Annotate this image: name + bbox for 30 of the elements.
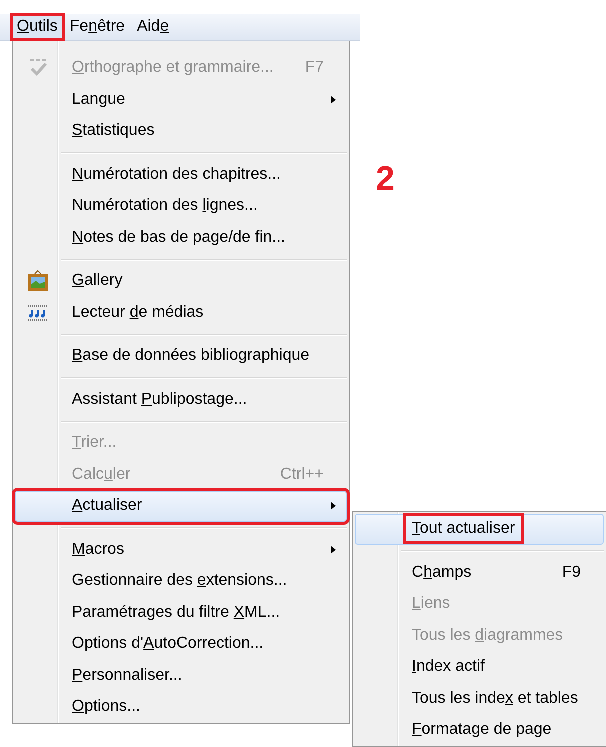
menu-item[interactable]: Gestionnaire des extensions...: [15, 566, 347, 597]
menu-item[interactable]: Statistiques: [15, 116, 347, 147]
menu-bar-item[interactable]: Outils: [12, 14, 63, 39]
menu-item[interactable]: Actualiser: [15, 490, 347, 522]
menu-bar-item[interactable]: Aide: [132, 14, 174, 39]
menu-item[interactable]: Assistant Publipostage...: [15, 384, 347, 416]
menu-item[interactable]: Options...: [15, 692, 347, 723]
menu-item[interactable]: Macros: [15, 534, 347, 566]
menu-item[interactable]: Numérotation des lignes...: [15, 190, 347, 222]
submenu-arrow-icon: [331, 546, 336, 554]
menu-item[interactable]: Base de données bibliographique: [15, 340, 347, 372]
menu-item[interactable]: Notes de bas de page/de fin...: [15, 222, 347, 254]
submenu-arrow-icon: [331, 96, 336, 104]
menu-item[interactable]: Lecteur de médias: [15, 297, 347, 328]
step-number: 2: [376, 160, 395, 199]
menu-item[interactable]: Index actif: [355, 652, 604, 683]
menu-item[interactable]: Paramétrages du filtre XML...: [15, 597, 347, 628]
menu-item[interactable]: Tout actualiser: [355, 514, 604, 545]
menu-item[interactable]: Champs F9: [355, 557, 604, 588]
menu-item[interactable]: Tous les index et tables: [355, 683, 604, 714]
film-strip-icon: [27, 304, 49, 322]
menu-item[interactable]: Personnaliser...: [15, 660, 347, 692]
menu-item[interactable]: Options d'AutoCorrection...: [15, 628, 347, 660]
menu-item[interactable]: Formatage de page: [355, 714, 604, 746]
submenu-arrow-icon: [331, 502, 336, 510]
menu-bar-item[interactable]: Fenêtre: [64, 14, 130, 39]
framed-picture-icon: [27, 270, 49, 292]
menu-item[interactable]: Langue: [15, 84, 347, 116]
menu-item[interactable]: Gallery: [15, 266, 347, 297]
menu-item[interactable]: Numérotation des chapitres...: [15, 159, 347, 190]
